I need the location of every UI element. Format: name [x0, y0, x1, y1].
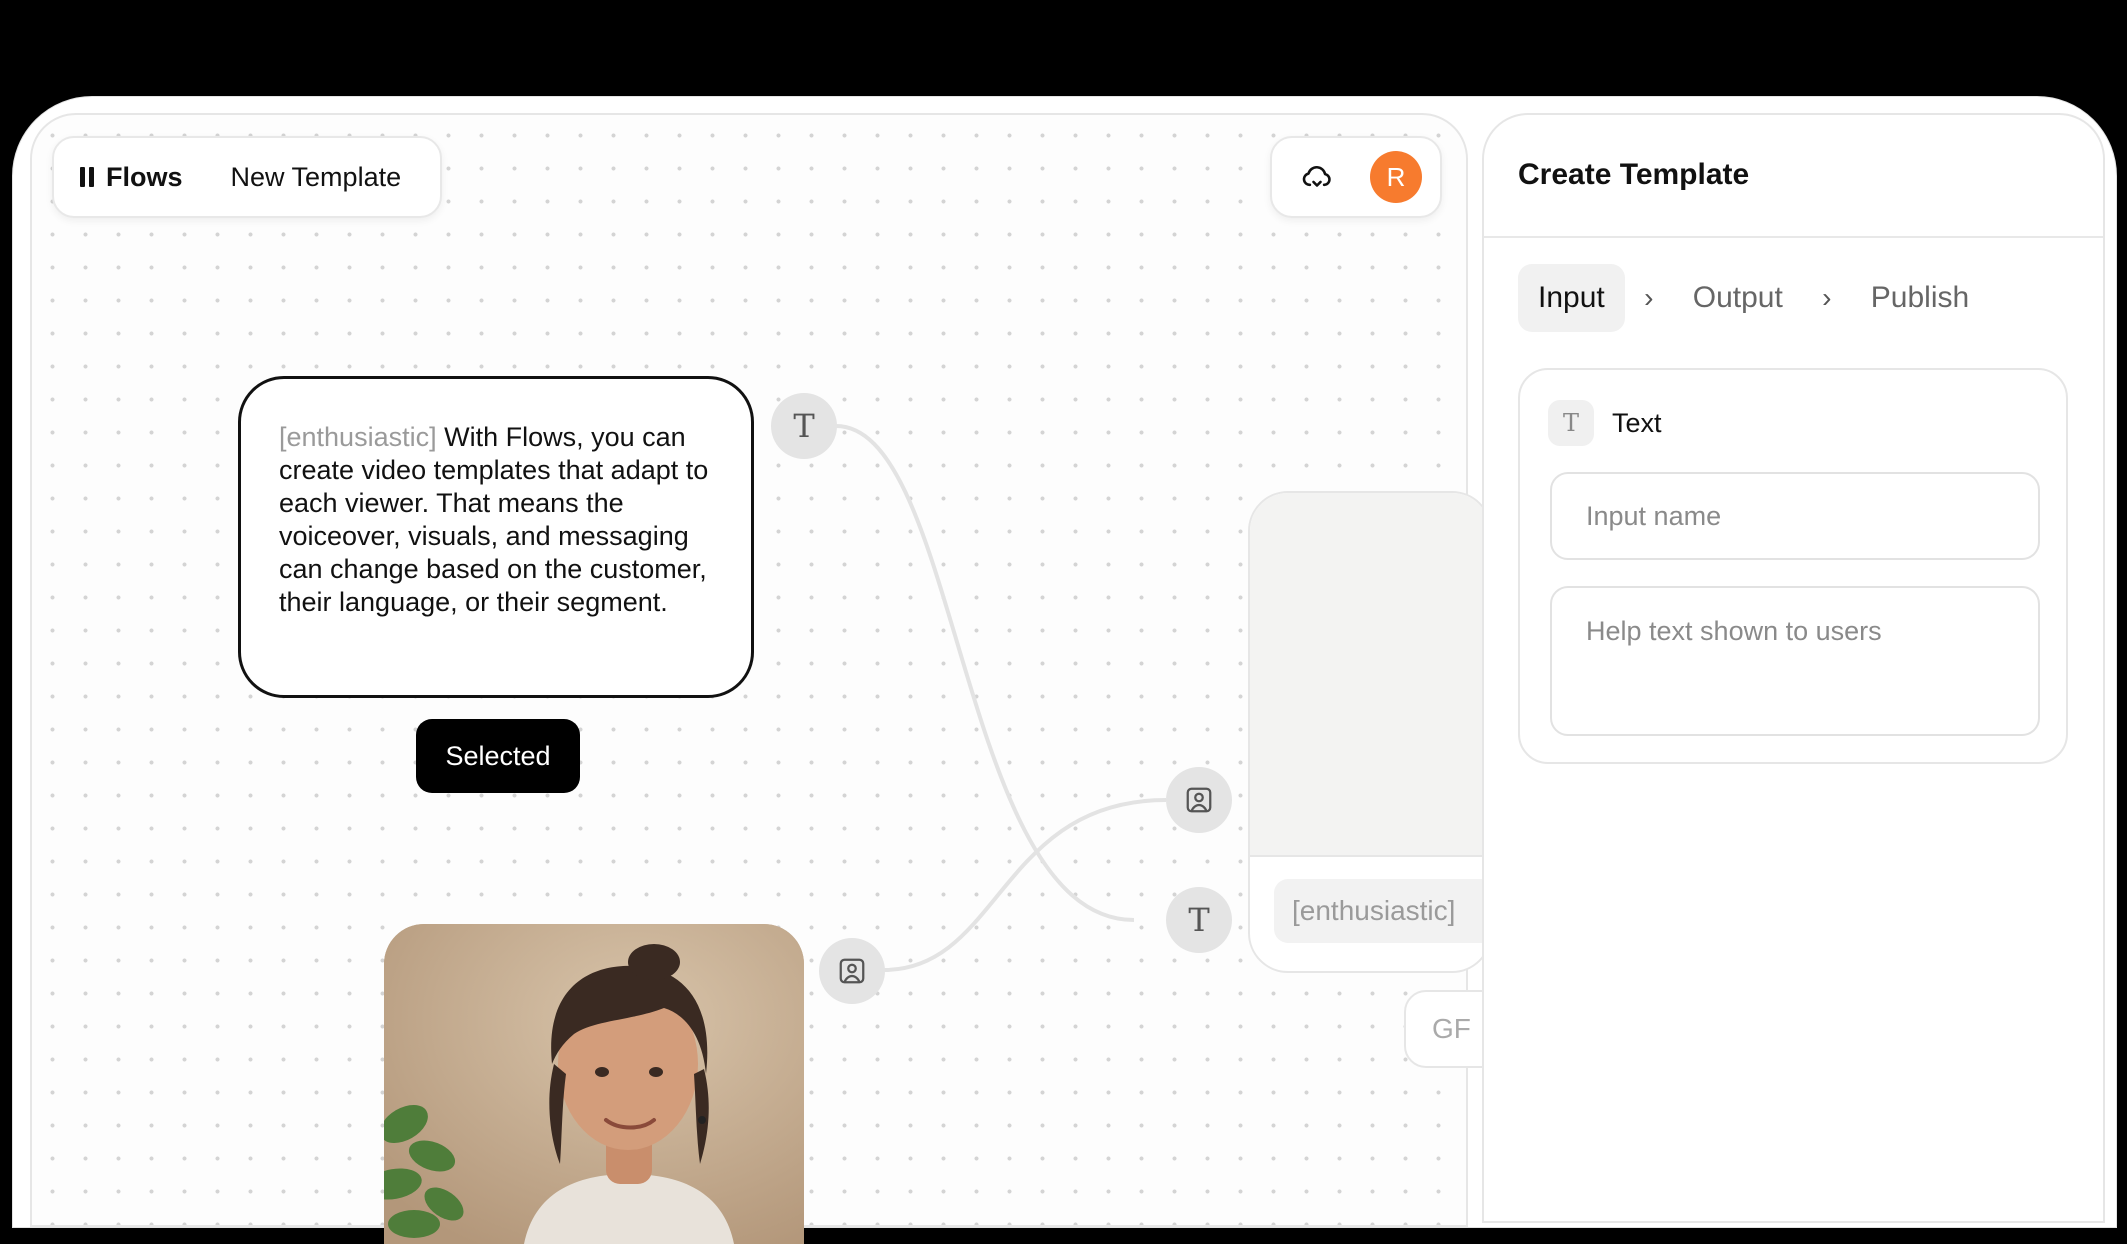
brand-label: Flows — [106, 161, 183, 192]
image-input-port[interactable] — [1166, 767, 1232, 833]
input-type-label: Text — [1612, 407, 1662, 438]
input-card: T Text — [1518, 368, 2068, 764]
text-output-port[interactable]: T — [771, 393, 837, 459]
image-icon — [839, 958, 865, 984]
step-publish[interactable]: Publish — [1851, 264, 1989, 332]
portrait-image — [384, 924, 804, 1244]
image-output-port[interactable] — [819, 938, 885, 1004]
panel-title: Create Template — [1518, 158, 1750, 191]
step-nav: Input › Output › Publish — [1518, 264, 1989, 332]
output-node[interactable]: [enthusiastic] — [1248, 491, 1492, 973]
input-name-field[interactable] — [1550, 472, 2040, 560]
panel-divider — [1484, 236, 2103, 238]
template-name[interactable]: New Template — [231, 162, 402, 193]
image-node[interactable] — [384, 924, 804, 1244]
flows-menu[interactable]: Flows — [80, 162, 183, 193]
text-type-icon: T — [1188, 901, 1210, 939]
input-type-header: T Text — [1548, 400, 1662, 446]
chevron-right-icon: › — [1644, 282, 1654, 313]
user-avatar[interactable]: R — [1370, 151, 1422, 203]
text-type-icon: T — [793, 407, 815, 445]
top-left-toolbar: Flows New Template — [52, 136, 442, 218]
step-input[interactable]: Input — [1518, 264, 1625, 332]
top-right-toolbar: R — [1270, 136, 1442, 218]
cloud-sync-icon[interactable] — [1300, 160, 1334, 194]
text-node[interactable]: [enthusiastic] With Flows, you can creat… — [238, 376, 754, 698]
text-type-icon: T — [1548, 400, 1594, 446]
text-input-port[interactable]: T — [1166, 887, 1232, 953]
selected-badge: Selected — [416, 719, 580, 793]
tone-tag: [enthusiastic] — [279, 422, 437, 452]
output-text-chip: [enthusiastic] — [1274, 879, 1490, 943]
image-icon — [1186, 787, 1212, 813]
step-output[interactable]: Output — [1673, 264, 1803, 332]
flows-logo-icon — [80, 167, 94, 187]
output-preview — [1250, 493, 1490, 857]
help-text-field[interactable] — [1550, 586, 2040, 736]
chevron-right-icon: › — [1822, 282, 1832, 313]
